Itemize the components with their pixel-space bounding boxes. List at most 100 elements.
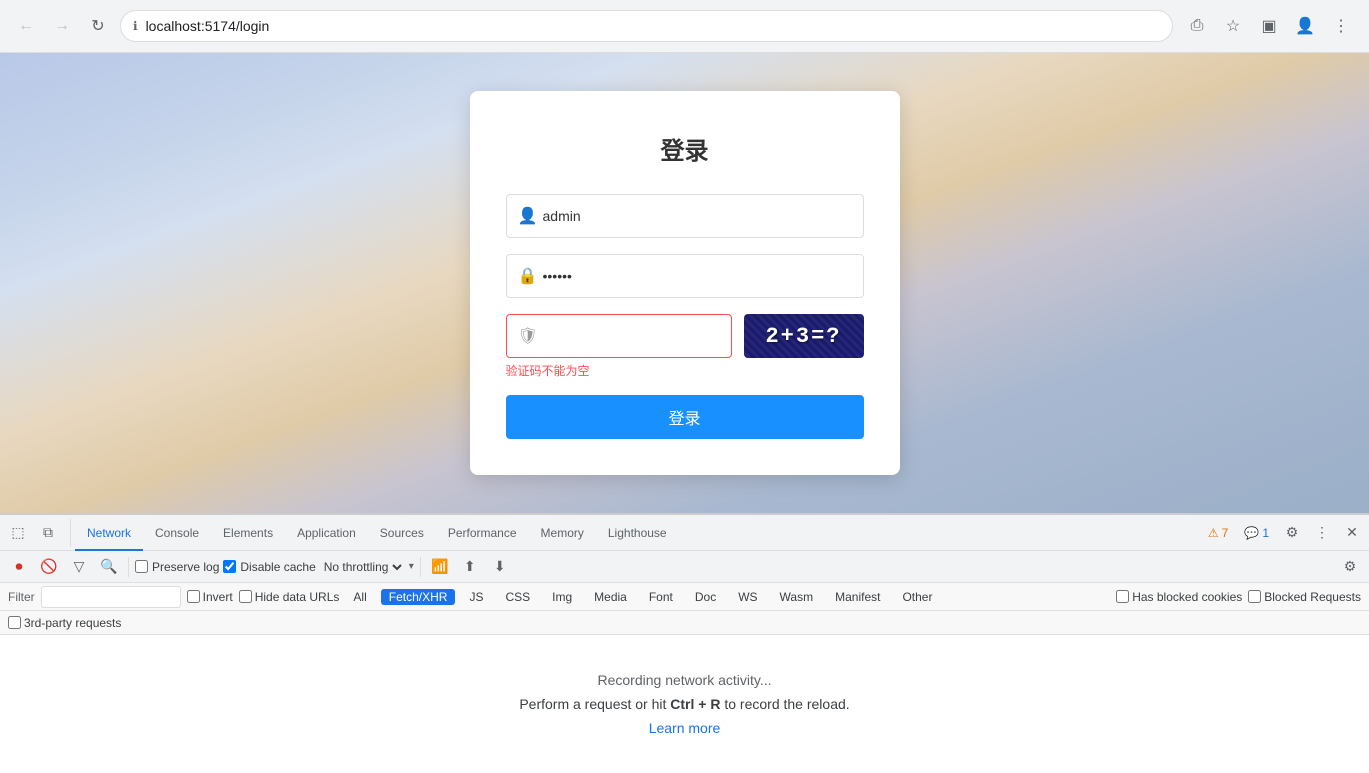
filter-input[interactable]	[41, 586, 181, 608]
chip-css[interactable]: CSS	[497, 589, 538, 605]
profile-button[interactable]: 👤	[1289, 10, 1321, 42]
menu-button[interactable]: ⋮	[1325, 10, 1357, 42]
captcha-row: 🛡 2+3=?	[506, 314, 864, 358]
back-button[interactable]: ←	[12, 12, 40, 40]
chip-js[interactable]: JS	[461, 589, 491, 605]
blocked-cookies-checkbox[interactable]	[1116, 590, 1129, 603]
captcha-input[interactable]	[506, 314, 732, 358]
wifi-icon: 📶	[431, 558, 448, 575]
warn-icon: ⚠	[1208, 526, 1219, 540]
chip-doc[interactable]: Doc	[687, 589, 724, 605]
preserve-log-text: Preserve log	[152, 560, 219, 574]
device-icon-button[interactable]: ⧉	[34, 519, 62, 547]
wifi-icon-button[interactable]: 📶	[427, 554, 453, 580]
throttle-dropdown-icon: ▾	[409, 561, 414, 572]
network-settings-button[interactable]: ⚙	[1337, 554, 1363, 580]
preserve-log-label[interactable]: Preserve log	[135, 560, 219, 574]
settings-button[interactable]: ⚙	[1279, 520, 1305, 546]
hide-data-urls-label[interactable]: Hide data URLs	[239, 590, 340, 604]
download-icon: ⬇	[494, 558, 506, 575]
tab-memory[interactable]: Memory	[529, 515, 596, 551]
page-viewport: 登录 👤 🔒 🛡 2+3=? 验证码不能为空 登录	[0, 53, 1369, 513]
learn-more-link[interactable]: Learn more	[649, 720, 721, 736]
tab-sources[interactable]: Sources	[368, 515, 436, 551]
third-party-label[interactable]: 3rd-party requests	[8, 616, 121, 630]
profile-icon: 👤	[1295, 16, 1315, 36]
tab-lighthouse[interactable]: Lighthouse	[596, 515, 679, 551]
info-badge-button[interactable]: 💬 1	[1238, 524, 1275, 542]
password-group: 🔒	[506, 254, 864, 298]
cursor-icon-button[interactable]: ⬚	[4, 519, 32, 547]
url-text: localhost:5174/login	[146, 18, 270, 34]
tab-button[interactable]: ▣	[1253, 10, 1285, 42]
tab-network[interactable]: Network	[75, 515, 143, 551]
throttle-select[interactable]: No throttling Slow 3G Fast 3G Offline	[320, 555, 405, 579]
login-title: 登录	[506, 131, 864, 166]
lock-icon: ℹ	[133, 19, 138, 33]
password-input[interactable]	[506, 254, 864, 298]
bookmark-icon: ☆	[1226, 16, 1240, 36]
record-button[interactable]: ⏺	[6, 554, 32, 580]
share-button[interactable]: ⎙	[1181, 10, 1213, 42]
warning-badge-button[interactable]: ⚠ 7	[1202, 524, 1234, 542]
blocked-requests-label[interactable]: Blocked Requests	[1248, 590, 1361, 604]
blocked-requests-checkbox[interactable]	[1248, 590, 1261, 603]
chip-font[interactable]: Font	[641, 589, 681, 605]
address-bar[interactable]: ℹ localhost:5174/login	[120, 10, 1173, 42]
clear-button[interactable]: 🚫	[36, 554, 62, 580]
chip-ws[interactable]: WS	[730, 589, 765, 605]
blocked-cookies-label[interactable]: Has blocked cookies	[1116, 590, 1242, 604]
more-options-button[interactable]: ⋮	[1309, 520, 1335, 546]
shield-icon: 🛡	[518, 326, 538, 346]
login-button[interactable]: 登录	[506, 395, 864, 439]
search-button[interactable]: 🔍	[96, 554, 122, 580]
back-icon: ←	[18, 17, 34, 35]
hide-data-urls-checkbox[interactable]	[239, 590, 252, 603]
tab-console[interactable]: Console	[143, 515, 211, 551]
chip-wasm[interactable]: Wasm	[772, 589, 822, 605]
forward-button[interactable]: →	[48, 12, 76, 40]
third-party-row: 3rd-party requests	[0, 611, 1369, 635]
tab-performance[interactable]: Performance	[436, 515, 529, 551]
chip-img[interactable]: Img	[544, 589, 580, 605]
invert-label[interactable]: Invert	[187, 590, 233, 604]
bookmark-button[interactable]: ☆	[1217, 10, 1249, 42]
chip-manifest[interactable]: Manifest	[827, 589, 888, 605]
chip-media[interactable]: Media	[586, 589, 635, 605]
hide-data-urls-text: Hide data URLs	[255, 590, 340, 604]
blocked-requests-text: Blocked Requests	[1264, 590, 1361, 604]
disable-cache-label[interactable]: Disable cache	[223, 560, 315, 574]
info-icon: 💬	[1244, 526, 1259, 540]
filter-button[interactable]: ▽	[66, 554, 92, 580]
reload-icon: ↻	[91, 16, 104, 36]
preserve-log-checkbox[interactable]	[135, 560, 148, 573]
username-input[interactable]	[506, 194, 864, 238]
tab-elements[interactable]: Elements	[211, 515, 285, 551]
perform-after: to record the reload.	[724, 696, 849, 712]
third-party-checkbox[interactable]	[8, 616, 21, 629]
info-count: 1	[1262, 526, 1269, 540]
perform-before: Perform a request or hit	[519, 696, 666, 712]
tab-icon: ▣	[1261, 16, 1276, 36]
upload-icon-button[interactable]: ⬆	[457, 554, 483, 580]
captcha-error-message: 验证码不能为空	[506, 362, 864, 379]
network-content-area: Recording network activity... Perform a …	[0, 635, 1369, 773]
close-devtools-button[interactable]: ✕	[1339, 520, 1365, 546]
login-card: 登录 👤 🔒 🛡 2+3=? 验证码不能为空 登录	[470, 91, 900, 475]
tab-application[interactable]: Application	[285, 515, 368, 551]
perform-shortcut: Ctrl + R	[670, 696, 720, 712]
perform-text: Perform a request or hit Ctrl + R to rec…	[519, 696, 849, 712]
captcha-image[interactable]: 2+3=?	[744, 314, 864, 358]
menu-icon: ⋮	[1333, 16, 1349, 36]
user-icon: 👤	[518, 206, 538, 226]
devtools-panel: ⬚ ⧉ Network Console Elements Application…	[0, 513, 1369, 773]
chip-all[interactable]: All	[345, 589, 374, 605]
invert-checkbox[interactable]	[187, 590, 200, 603]
download-icon-button[interactable]: ⬇	[487, 554, 513, 580]
disable-cache-text: Disable cache	[240, 560, 315, 574]
reload-button[interactable]: ↻	[84, 12, 112, 40]
disable-cache-checkbox[interactable]	[223, 560, 236, 573]
chip-other[interactable]: Other	[894, 589, 940, 605]
warn-count: 7	[1222, 526, 1229, 540]
chip-fetch-xhr[interactable]: Fetch/XHR	[381, 589, 456, 605]
